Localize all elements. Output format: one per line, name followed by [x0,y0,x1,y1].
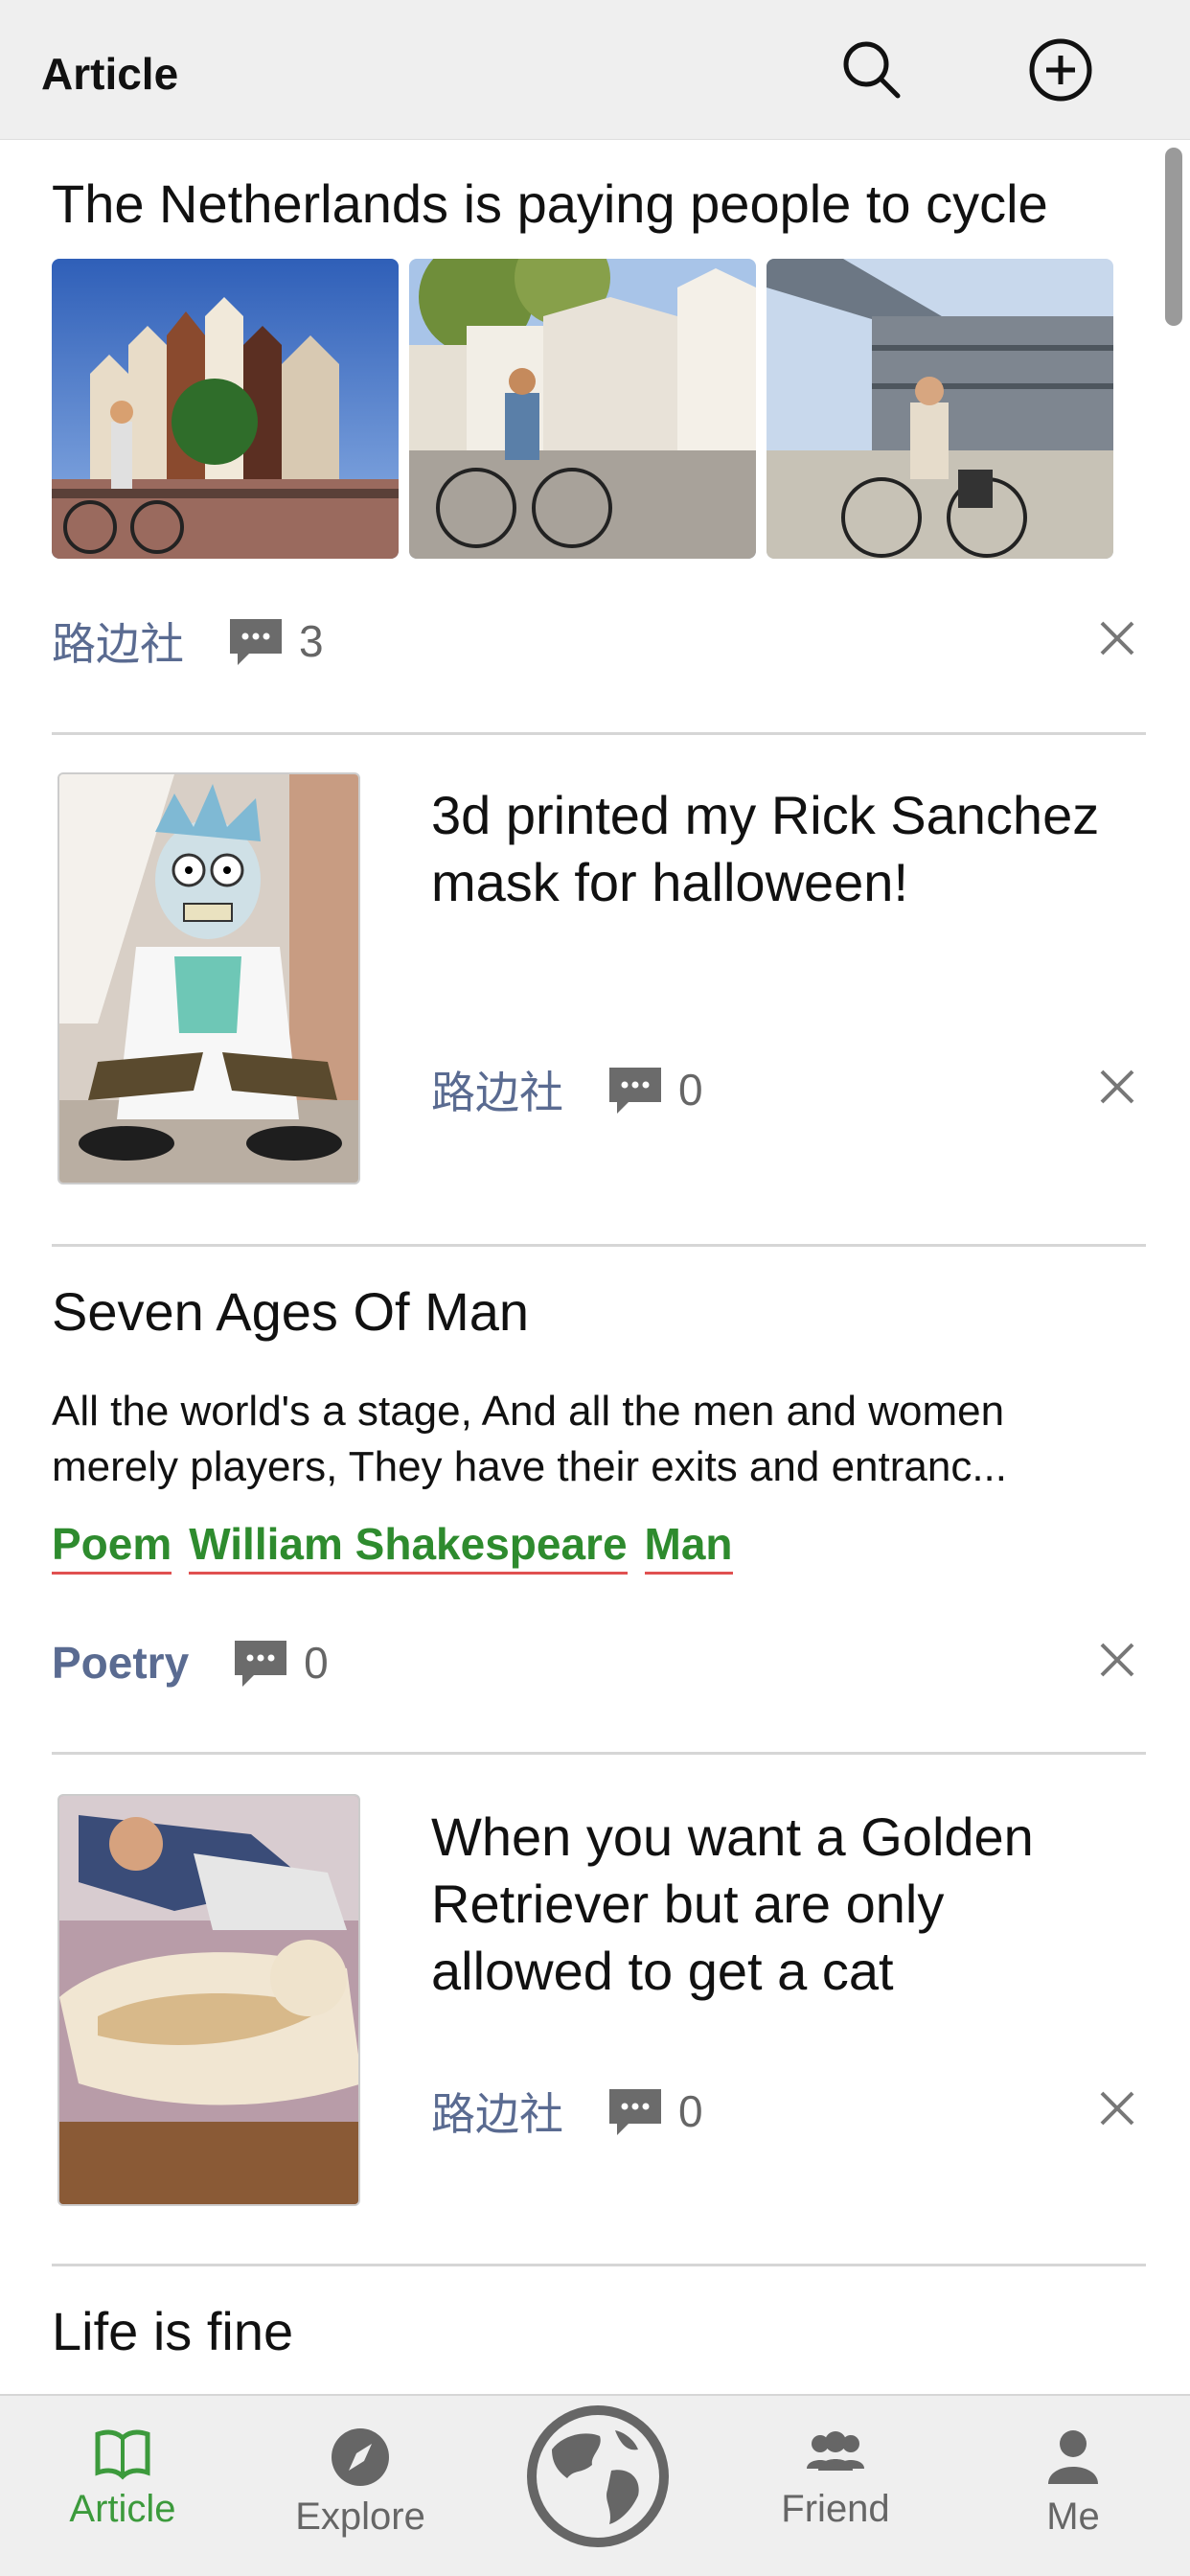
amsterdam-canal-cyclist-photo[interactable] [52,259,399,559]
tag-link[interactable]: Poem [52,1518,172,1575]
comment-count: 0 [678,2086,703,2136]
tab-label: Explore [295,2496,425,2538]
article-title[interactable]: Life is fine [52,2298,1146,2365]
tag-link[interactable]: Man [644,1518,733,1575]
comment-icon[interactable] [231,1633,290,1692]
divider [52,732,1146,735]
article-meta: 路边社 0 [431,1061,703,1118]
article-feed[interactable]: The Netherlands is paying people to cycl… [0,140,1190,2394]
globe-icon[interactable] [523,2402,673,2551]
tab-label: Article [69,2488,176,2530]
source-label[interactable]: 路边社 [431,2080,563,2143]
article-images [52,259,1146,559]
tab-label: Friend [781,2488,890,2530]
tab-me[interactable]: Me [977,2426,1169,2539]
fluffy-cat-on-sofa-photo[interactable] [57,1794,360,2206]
article-meta: 路边社 0 [431,2082,703,2140]
page-title: Article [41,49,179,99]
person-in-rick-mask-photo[interactable] [57,772,360,1184]
divider [52,1244,1146,1247]
search-icon[interactable] [838,36,905,104]
tab-label: Me [1046,2496,1100,2538]
article-card[interactable]: Life is fine [52,2298,1146,2365]
article-title[interactable]: When you want a Golden Retriever but are… [431,1804,1121,2005]
tab-article[interactable]: Article [27,2426,218,2531]
divider [52,2264,1146,2266]
dismiss-icon[interactable] [1096,617,1138,659]
tag-list: Poem William Shakespeare Man [52,1518,1146,1575]
source-label[interactable]: 路边社 [52,610,184,673]
divider [52,1752,1146,1755]
article-excerpt: All the world's a stage, And all the men… [52,1388,1008,1490]
comment-icon[interactable] [606,1060,665,1119]
people-icon [807,2431,864,2471]
scrollbar[interactable] [1165,148,1182,326]
person-icon [1048,2430,1098,2484]
book-icon [95,2429,150,2480]
dismiss-icon[interactable] [1096,2087,1138,2129]
tag-link[interactable]: William Shakespeare [189,1518,628,1575]
woman-cycling-by-station-photo[interactable] [767,259,1113,559]
cyclist-in-city-square-photo[interactable] [409,259,756,559]
top-bar: Article [0,0,1190,140]
comment-icon[interactable] [606,2082,665,2141]
source-label[interactable]: 路边社 [431,1058,563,1121]
dismiss-icon[interactable] [1096,1066,1138,1108]
compass-icon [332,2428,389,2486]
comment-count: 0 [678,1065,703,1115]
comment-count: 0 [304,1638,329,1688]
tab-friend[interactable]: Friend [740,2426,931,2531]
dismiss-icon[interactable] [1096,1639,1138,1681]
source-label[interactable]: Poetry [52,1637,189,1689]
add-circle-icon[interactable] [1027,36,1094,104]
comment-icon[interactable] [226,611,286,671]
tab-explore[interactable]: Explore [264,2426,456,2539]
article-title[interactable]: Seven Ages Of Man [52,1278,1146,1346]
article-meta: Poetry 0 [52,1634,329,1691]
bottom-tab-bar: Article Explore Friend Me [0,2394,1190,2576]
article-card[interactable]: The Netherlands is paying people to cycl… [52,171,1146,559]
article-card[interactable]: Seven Ages Of Man All the world's a stag… [52,1278,1146,1575]
comment-count: 3 [299,616,324,666]
article-meta: 路边社 3 [52,612,324,670]
article-title[interactable]: The Netherlands is paying people to cycl… [52,171,1146,238]
article-title[interactable]: 3d printed my Rick Sanchez mask for hall… [431,782,1121,916]
